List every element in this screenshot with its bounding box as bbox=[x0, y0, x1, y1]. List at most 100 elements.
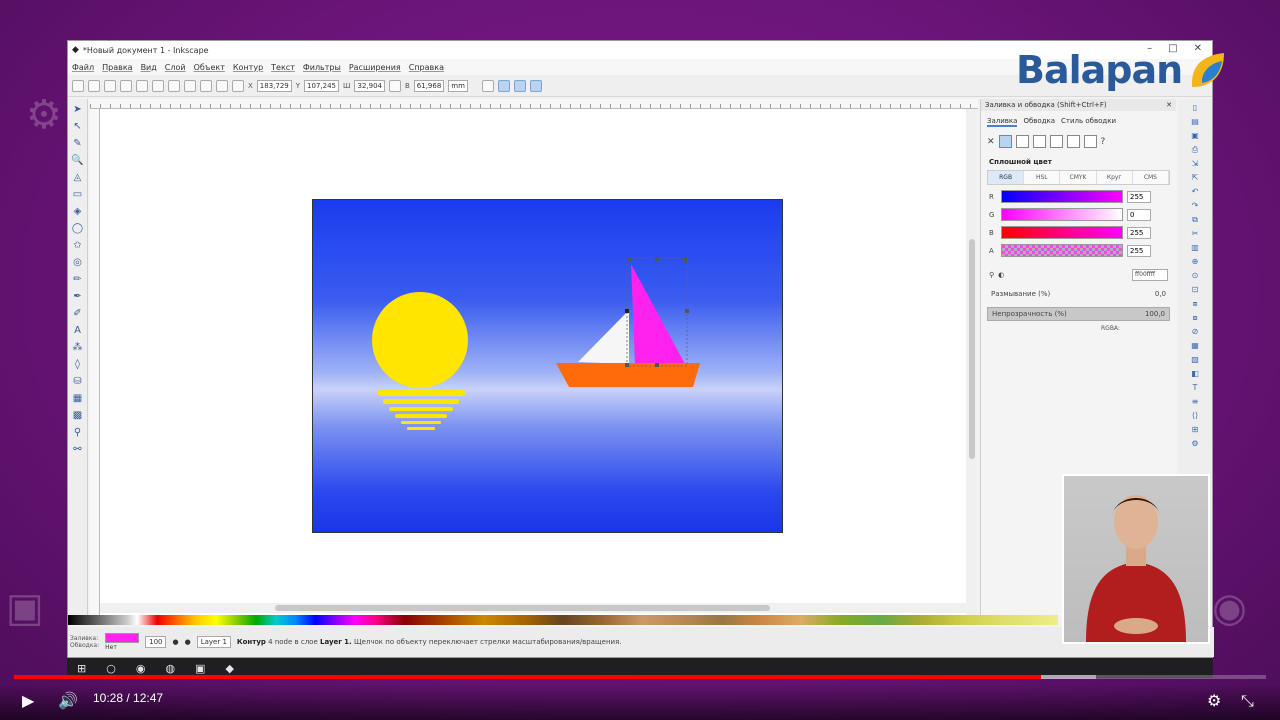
menu-path[interactable]: Контур bbox=[233, 63, 263, 72]
measure-icon[interactable]: ◬ bbox=[71, 171, 85, 185]
pattern-button[interactable] bbox=[1066, 135, 1080, 148]
slider-value-r[interactable]: 255 bbox=[1127, 190, 1151, 203]
calligraphy-icon[interactable]: ✐ bbox=[71, 307, 85, 321]
tab-fill[interactable]: Заливка bbox=[987, 117, 1018, 127]
blur-value[interactable]: 0,0 bbox=[1155, 290, 1166, 298]
menu-file[interactable]: Файл bbox=[72, 63, 94, 72]
magenta-sail[interactable] bbox=[631, 264, 685, 364]
slider-b[interactable] bbox=[1001, 226, 1123, 239]
ungroup-icon[interactable]: ▧ bbox=[1190, 355, 1200, 365]
drawing-page[interactable] bbox=[312, 199, 783, 533]
tab-stroke-paint[interactable]: Обводка bbox=[1023, 117, 1055, 127]
dropper-icon[interactable]: ⚲ bbox=[989, 271, 994, 279]
gradient-icon[interactable]: ▦ bbox=[71, 392, 85, 406]
mesh-gradient-button[interactable] bbox=[1049, 135, 1063, 148]
zoom-selection-icon[interactable]: ⊕ bbox=[1190, 257, 1200, 267]
zoom-page-icon[interactable]: ⊡ bbox=[1190, 285, 1200, 295]
flip-v-button[interactable] bbox=[168, 79, 180, 92]
slider-value-b[interactable]: 255 bbox=[1127, 226, 1151, 239]
flat-color-button[interactable] bbox=[998, 135, 1012, 148]
mesh-icon[interactable]: ▩ bbox=[71, 409, 85, 423]
horizontal-scroll-thumb[interactable] bbox=[275, 605, 770, 611]
unit-select[interactable]: mm bbox=[448, 79, 468, 92]
align-icon[interactable]: ⊞ bbox=[1190, 425, 1200, 435]
tweak-icon[interactable]: ✎ bbox=[71, 137, 85, 151]
current-layer-select[interactable]: Layer 1 bbox=[196, 636, 231, 648]
raise-top-button[interactable] bbox=[232, 79, 244, 92]
paste-icon[interactable]: ▥ bbox=[1190, 243, 1200, 253]
import-icon[interactable]: ⇲ bbox=[1190, 159, 1200, 169]
node-icon[interactable]: ↖ bbox=[71, 120, 85, 134]
redo-icon[interactable]: ↷ bbox=[1190, 201, 1200, 211]
group-icon[interactable]: ▦ bbox=[1190, 341, 1200, 351]
unlink-clone-icon[interactable]: ⊘ bbox=[1190, 327, 1200, 337]
sun-reflection[interactable] bbox=[377, 390, 465, 430]
slider-value-a[interactable]: 255 bbox=[1127, 244, 1151, 257]
menu-filters[interactable]: Фильтры bbox=[303, 63, 341, 72]
volume-icon[interactable]: 🔊 bbox=[58, 688, 78, 714]
select-all-button[interactable] bbox=[72, 79, 84, 92]
star-icon[interactable]: ✩ bbox=[71, 239, 85, 253]
rotate-cw-button[interactable] bbox=[136, 79, 148, 92]
rgba-field[interactable]: ff00ffff bbox=[1132, 269, 1168, 281]
flip-h-button[interactable] bbox=[152, 79, 164, 92]
menu-help[interactable]: Справка bbox=[409, 63, 444, 72]
menu-object[interactable]: Объект bbox=[194, 63, 225, 72]
fill-stroke-icon[interactable]: ◧ bbox=[1190, 369, 1200, 379]
color-mode-cms[interactable]: CMS bbox=[1133, 171, 1170, 184]
rect-icon[interactable]: ▭ bbox=[71, 188, 85, 202]
menu-extensions[interactable]: Расширения bbox=[349, 63, 401, 72]
unset-paint-icon[interactable]: ? bbox=[1101, 137, 1106, 147]
clone-icon[interactable]: ⧇ bbox=[1190, 313, 1200, 323]
lower-bottom-button[interactable] bbox=[184, 79, 196, 92]
windows-start-icon[interactable]: ⊞ bbox=[77, 662, 86, 675]
rotate-ccw-button[interactable] bbox=[120, 79, 132, 92]
opacity-field[interactable]: 100 bbox=[145, 636, 167, 648]
pencil-icon[interactable]: ✏ bbox=[71, 273, 85, 287]
no-paint-icon[interactable]: ✕ bbox=[987, 137, 995, 147]
color-mode-cmyk[interactable]: CMYK bbox=[1060, 171, 1097, 184]
menu-layer[interactable]: Слой bbox=[165, 63, 186, 72]
stroke-value[interactable]: Нет bbox=[105, 644, 139, 651]
text-icon[interactable]: A bbox=[71, 324, 85, 338]
save-icon[interactable]: ▣ bbox=[1190, 131, 1200, 141]
fill-swatch[interactable] bbox=[105, 633, 140, 643]
inkscape-task-icon[interactable]: ◆ bbox=[225, 662, 233, 675]
open-icon[interactable]: ▤ bbox=[1190, 117, 1200, 127]
menu-text[interactable]: Текст bbox=[271, 63, 295, 72]
pen-icon[interactable]: ✒ bbox=[71, 290, 85, 304]
linear-gradient-button[interactable] bbox=[1015, 135, 1029, 148]
y-field[interactable]: 107,245 bbox=[304, 79, 339, 92]
explorer-icon[interactable]: ▣ bbox=[195, 662, 205, 675]
swatch-button[interactable] bbox=[1083, 135, 1097, 148]
play-icon[interactable]: ▶ bbox=[22, 688, 34, 714]
height-field[interactable]: 61,968 bbox=[413, 79, 445, 92]
transform-corners-button[interactable] bbox=[497, 79, 510, 92]
3dbox-icon[interactable]: ◈ bbox=[71, 205, 85, 219]
print-icon[interactable]: ⎙ bbox=[1190, 145, 1200, 155]
color-palette[interactable] bbox=[68, 615, 1058, 625]
raise-button[interactable] bbox=[216, 79, 228, 92]
bucket-icon[interactable]: ⛁ bbox=[71, 375, 85, 389]
radial-gradient-button[interactable] bbox=[1032, 135, 1046, 148]
tab-stroke-style[interactable]: Стиль обводки bbox=[1061, 117, 1116, 127]
search-icon[interactable]: ○ bbox=[106, 662, 116, 675]
cut-icon[interactable]: ✂ bbox=[1190, 229, 1200, 239]
pointer-icon[interactable]: ➤ bbox=[71, 103, 85, 117]
settings-gear-icon[interactable]: ⚙ bbox=[1207, 688, 1221, 714]
slider-value-g[interactable]: 0 bbox=[1127, 208, 1151, 221]
sun[interactable] bbox=[372, 292, 468, 388]
select-all-layers-button[interactable] bbox=[88, 79, 100, 92]
vertical-scrollbar[interactable] bbox=[966, 109, 978, 615]
ellipse-icon[interactable]: ◯ bbox=[71, 222, 85, 236]
horizontal-scrollbar[interactable] bbox=[100, 603, 966, 613]
video-progress-played[interactable] bbox=[14, 675, 1041, 679]
chrome-icon[interactable]: ◉ bbox=[136, 662, 146, 675]
dropper-icon[interactable]: ⚲ bbox=[71, 426, 85, 440]
opacity-value[interactable]: 100,0 bbox=[1145, 310, 1165, 318]
lower-button[interactable] bbox=[200, 79, 212, 92]
copy-icon[interactable]: ⧉ bbox=[1190, 215, 1200, 225]
white-sail[interactable] bbox=[578, 310, 629, 364]
undo-icon[interactable]: ↶ bbox=[1190, 187, 1200, 197]
panel-close-icon[interactable]: ✕ bbox=[1166, 99, 1172, 111]
